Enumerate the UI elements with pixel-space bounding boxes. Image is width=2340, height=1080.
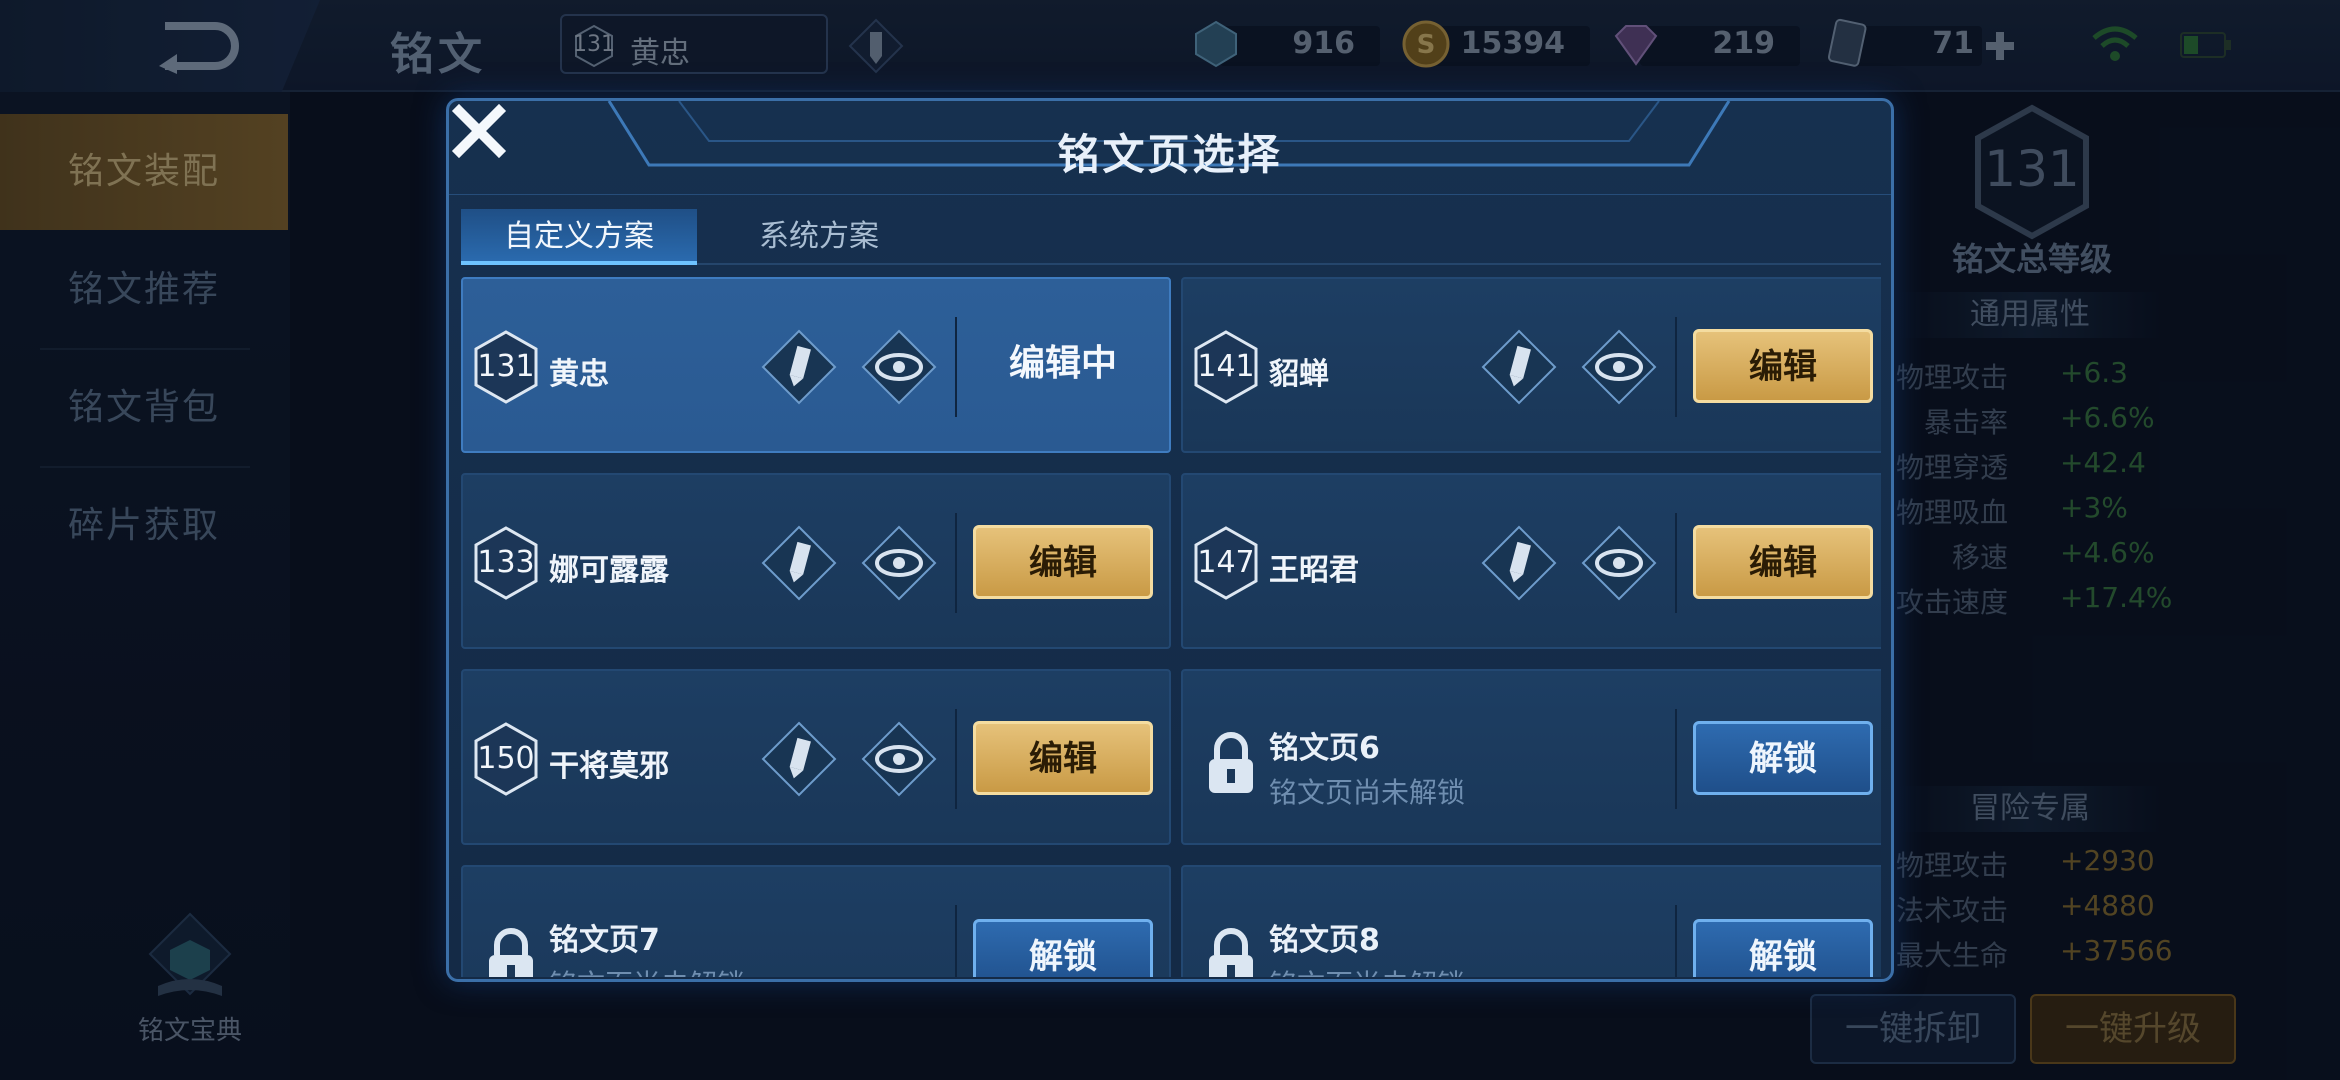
page-level: 147 [1197,545,1255,580]
page-name: 王昭君 [1269,553,1359,588]
locked-hint: 铭文页尚未解锁 [1269,776,1466,809]
page-name: 铭文页8 [1269,923,1380,958]
unlock-button[interactable]: 解锁 [1693,721,1873,795]
rune-page-card[interactable]: 141 貂蝉 编辑 [1181,277,1881,453]
page-name: 貂蝉 [1269,357,1329,392]
locked-page-card[interactable]: 铭文页6 铭文页尚未解锁 解锁 [1181,669,1881,845]
page-name: 干将莫邪 [549,749,669,784]
rune-page-card[interactable]: 150 干将莫邪 编辑 [461,669,1171,845]
preview-eye-icon[interactable] [1579,327,1659,407]
tab-bar: 自定义方案 系统方案 [461,209,1881,265]
tab-custom[interactable]: 自定义方案 [461,209,697,265]
page-name: 娜可露露 [549,553,669,588]
dialog-header: 铭文页选择 [449,101,1891,195]
locked-hint: 铭文页尚未解锁 [1269,963,1465,977]
page-name: 铭文页6 [1269,731,1380,766]
rename-pen-icon[interactable] [1479,523,1559,603]
page-level: 131 [477,349,535,384]
page-level: 141 [1197,349,1255,384]
rename-pen-icon[interactable] [759,327,839,407]
rename-pen-icon[interactable] [759,719,839,799]
tab-system[interactable]: 系统方案 [701,209,937,265]
preview-eye-icon[interactable] [859,327,939,407]
rune-page-card[interactable]: 147 王昭君 编辑 [1181,473,1881,649]
page-level: 133 [477,545,535,580]
lock-icon [1209,732,1253,793]
rune-page-card[interactable]: 133 娜可露露 编辑 [461,473,1171,649]
unlock-button[interactable]: 解锁 [1693,919,1873,977]
preview-eye-icon[interactable] [859,523,939,603]
rune-page-dialog: 铭文页选择 自定义方案 系统方案 131 黄忠 编辑中 141 貂蝉 编辑 13… [446,98,1894,982]
page-name: 黄忠 [549,357,609,392]
edit-button[interactable]: 编辑 [1693,525,1873,599]
lock-icon [1209,928,1253,977]
lock-icon [489,928,533,977]
preview-eye-icon[interactable] [1579,523,1659,603]
preview-eye-icon[interactable] [859,719,939,799]
close-icon[interactable] [449,101,509,161]
editing-status: 编辑中 [1008,343,1117,384]
edit-button[interactable]: 编辑 [1693,329,1873,403]
rune-page-card[interactable]: 131 黄忠 编辑中 [461,277,1171,453]
rune-page-list: 131 黄忠 编辑中 141 貂蝉 编辑 133 娜可露露 编辑 147 王昭君… [461,277,1881,977]
locked-page-card[interactable]: 铭文页7 铭文页尚未解锁 解锁 [461,865,1171,977]
rename-pen-icon[interactable] [759,523,839,603]
unlock-button[interactable]: 解锁 [973,919,1153,977]
dialog-title: 铭文页选择 [1057,130,1283,179]
locked-hint: 铭文页尚未解锁 [549,963,745,977]
page-level: 150 [477,741,535,776]
edit-button[interactable]: 编辑 [973,721,1153,795]
edit-button[interactable]: 编辑 [973,525,1153,599]
page-name: 铭文页7 [549,923,660,958]
locked-page-card[interactable]: 铭文页8 铭文页尚未解锁 解锁 [1181,865,1881,977]
rename-pen-icon[interactable] [1479,327,1559,407]
